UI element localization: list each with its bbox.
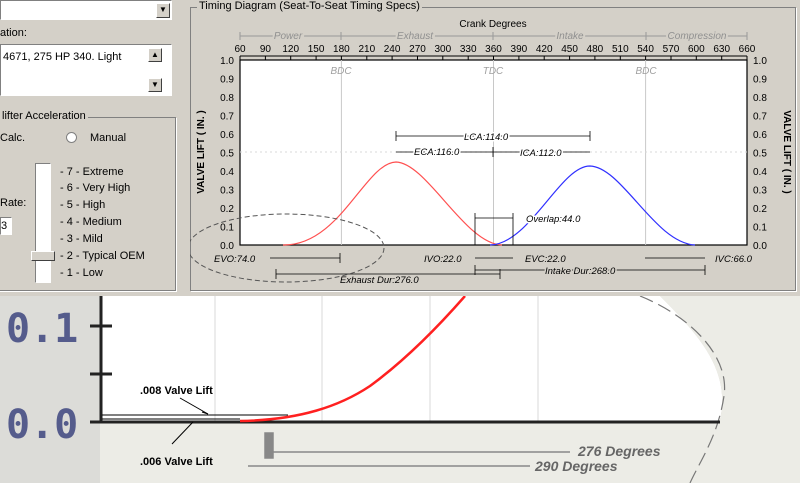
- level-1-label: - 1 - Low: [60, 267, 103, 279]
- manual-radio-button[interactable]: [66, 132, 77, 143]
- x-tick-label: 600: [688, 44, 705, 55]
- y-tick-label: 0.7: [753, 112, 767, 123]
- x-tick-label: 210: [358, 44, 375, 55]
- y-axis-right-ticks: 1.0 0.9 0.8 0.7 0.6 0.5 0.4 0.3 0.2 0.1 …: [753, 56, 767, 252]
- y-tick-label: 0.6: [220, 130, 234, 141]
- y-tick-label: 0.9: [753, 75, 767, 86]
- y-tick-label: 0.5: [753, 149, 767, 160]
- level-7-label: - 7 - Extreme: [60, 166, 124, 178]
- y-tick-label: 0.7: [220, 112, 234, 123]
- x-tick-label: 630: [713, 44, 730, 55]
- zoom-y-label-bottom: 0.0: [6, 402, 78, 448]
- phase-exhaust-label: Exhaust: [397, 31, 434, 42]
- x-tick-label: 300: [434, 44, 451, 55]
- rate-value-text: 3: [1, 220, 8, 232]
- x-tick-label: 240: [384, 44, 401, 55]
- duration-annotations: [270, 253, 706, 279]
- ivo-label: IVO:22.0: [424, 254, 462, 265]
- y-tick-label: 0.2: [220, 204, 234, 215]
- x-axis-ticks: 60 90 120 150 180 210 240 270 300 330 36…: [234, 44, 755, 55]
- y-axis-label-left: VALVE LIFT ( IN. ): [196, 110, 207, 194]
- level-6-label: - 6 - Very High: [60, 182, 131, 194]
- manual-option-label[interactable]: Manual: [90, 132, 126, 144]
- evc-label: EVC:22.0: [525, 254, 566, 265]
- x-tick-label: 270: [409, 44, 426, 55]
- x-tick-label: 60: [234, 44, 246, 55]
- tdc-marker: TDC: [483, 66, 504, 77]
- y-tick-label: 0.6: [753, 130, 767, 141]
- x-tick-label: 120: [282, 44, 299, 55]
- left-panel: ▼ ation: 4671, 275 HP 340. Light ▲ ▼ lif…: [0, 0, 185, 295]
- lift-006-label: .006 Valve Lift: [140, 456, 213, 468]
- acceleration-slider-thumb[interactable]: [31, 251, 55, 261]
- description-label: ation:: [0, 27, 27, 39]
- y-tick-label: 1.0: [753, 56, 767, 67]
- level-2-label: - 2 - Typical OEM: [60, 250, 145, 262]
- timing-diagram-chart: BDC TDC BDC Crank Degrees Power Exhaust …: [190, 19, 792, 288]
- x-tick-label: 450: [561, 44, 578, 55]
- zoom-inset: 0.1 0.0 .008 Valve Lift .006 Valve Lift …: [0, 296, 800, 483]
- y-tick-label: 0.0: [753, 241, 767, 252]
- crank-degrees-title: Crank Degrees: [459, 19, 526, 30]
- phase-intake-label: Intake: [556, 31, 584, 42]
- degrees-276-label: 276 Degrees: [577, 443, 661, 459]
- y-tick-label: 0.5: [220, 149, 234, 160]
- lift-008-label: .008 Valve Lift: [140, 385, 213, 397]
- y-tick-label: 0.0: [220, 241, 234, 252]
- y-tick-label: 0.3: [753, 186, 767, 197]
- zoom-y-label-top: 0.1: [6, 306, 78, 352]
- bdc-marker-left: BDC: [330, 66, 352, 77]
- y-tick-label: 1.0: [220, 56, 234, 67]
- level-3-label: - 3 - Mild: [60, 233, 103, 245]
- x-axis-tick-marks: [239, 55, 748, 60]
- engine-description-box[interactable]: 4671, 275 HP 340. Light: [0, 44, 172, 96]
- phase-power-label: Power: [274, 31, 303, 42]
- y-tick-label: 0.9: [220, 75, 234, 86]
- level-5-label: - 5 - High: [60, 199, 106, 211]
- eca-label: ECA:116.0: [414, 147, 460, 158]
- y-axis-label-right: VALVE LIFT ( IN. ): [781, 110, 792, 194]
- rate-value-field[interactable]: 3: [0, 217, 12, 235]
- engine-description-text: 4671, 275 HP 340. Light: [3, 51, 122, 63]
- y-tick-label: 0.2: [753, 204, 767, 215]
- y-tick-label: 0.4: [753, 167, 767, 178]
- degrees-290-label: 290 Degrees: [534, 458, 618, 474]
- x-tick-label: 570: [663, 44, 680, 55]
- x-tick-label: 360: [485, 44, 502, 55]
- scroll-up-button[interactable]: ▲: [148, 48, 162, 62]
- x-tick-label: 420: [536, 44, 553, 55]
- ivc-label: IVC:66.0: [715, 254, 753, 265]
- y-tick-label: 0.1: [753, 223, 767, 234]
- x-tick-label: 150: [308, 44, 325, 55]
- x-tick-label: 180: [333, 44, 350, 55]
- x-tick-label: 90: [260, 44, 272, 55]
- x-tick-label: 540: [637, 44, 654, 55]
- intake-duration-label: Intake Dur:268.0: [545, 266, 616, 277]
- lifter-acceleration-title: lifter Acceleration: [0, 110, 88, 122]
- y-tick-label: 0.3: [220, 186, 234, 197]
- y-tick-label: 0.8: [220, 93, 234, 104]
- bdc-marker-right: BDC: [635, 66, 657, 77]
- acceleration-slider-track[interactable]: [35, 163, 51, 283]
- x-tick-label: 660: [739, 44, 756, 55]
- top-combo-field[interactable]: [0, 0, 172, 20]
- y-tick-label: 0.8: [753, 93, 767, 104]
- x-tick-label: 510: [612, 44, 629, 55]
- y-tick-label: 0.1: [220, 223, 234, 234]
- level-4-label: - 4 - Medium: [60, 216, 122, 228]
- rate-label: Rate:: [0, 197, 27, 209]
- evo-label: EVO:74.0: [214, 254, 256, 265]
- exhaust-duration-label: Exhaust Dur:276.0: [340, 275, 419, 286]
- x-tick-label: 390: [511, 44, 528, 55]
- x-tick-label: 330: [460, 44, 477, 55]
- ica-label: ICA:112.0: [520, 148, 562, 159]
- x-tick-label: 480: [587, 44, 604, 55]
- y-tick-label: 0.4: [220, 167, 234, 178]
- scroll-down-button[interactable]: ▼: [148, 78, 162, 92]
- overlap-label: Overlap:44.0: [526, 214, 581, 225]
- phase-compression-label: Compression: [668, 31, 727, 42]
- calc-option-label[interactable]: Calc.: [0, 132, 25, 144]
- lca-label: LCA:114.0: [464, 132, 509, 143]
- top-combo-dropdown-button[interactable]: ▼: [156, 3, 170, 18]
